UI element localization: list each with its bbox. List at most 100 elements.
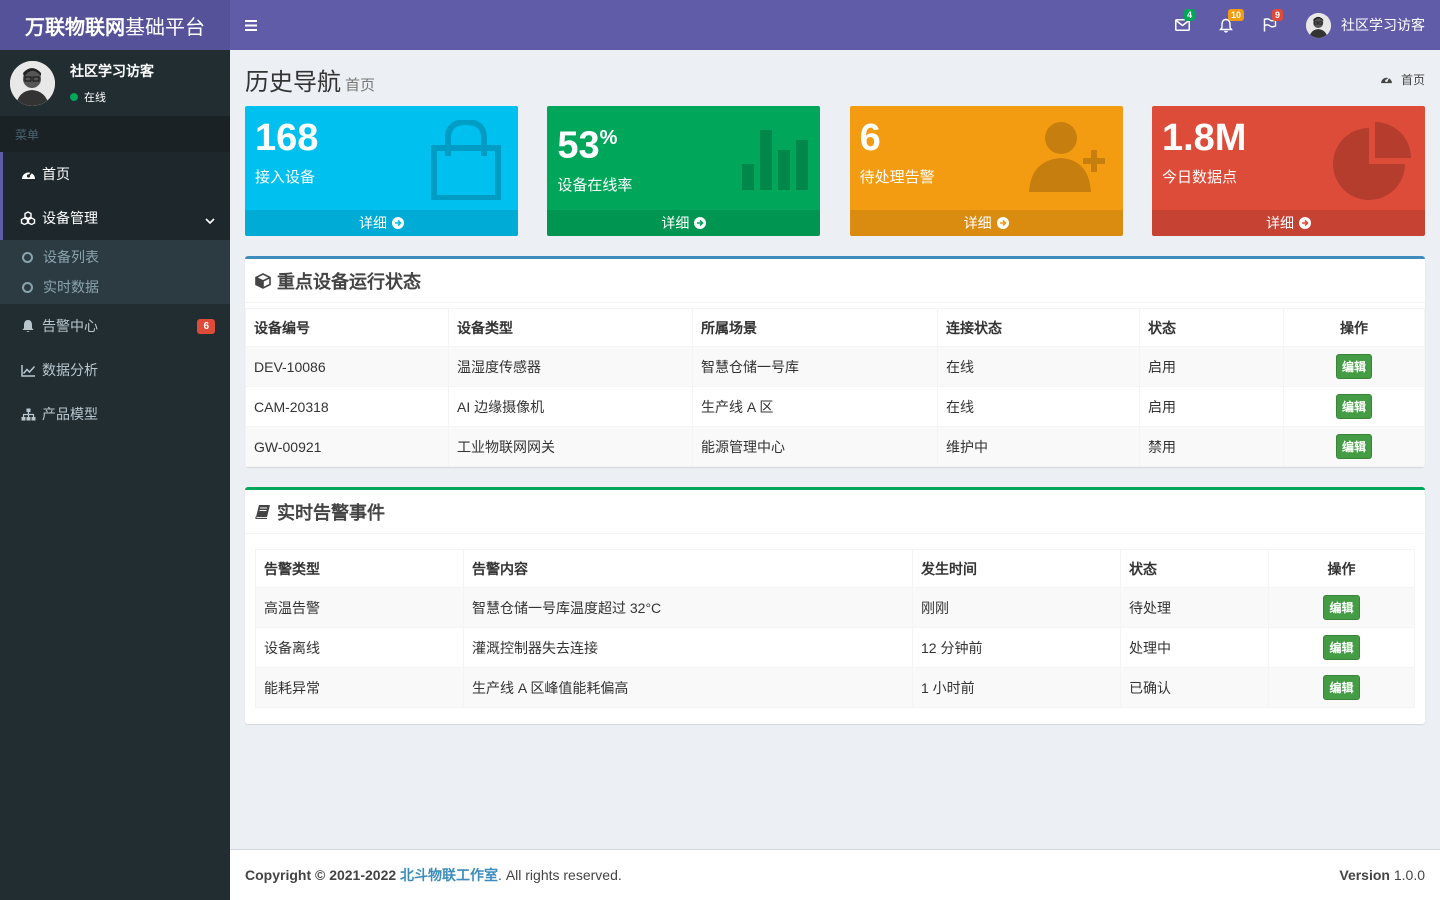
tasks-button[interactable]: 9 <box>1248 0 1292 50</box>
edit-button[interactable]: 编辑 <box>1335 394 1372 419</box>
user-menu[interactable]: 社区学习访客 <box>1292 0 1425 50</box>
messages-button[interactable]: 4 <box>1160 0 1204 50</box>
column-header: 发生时间 <box>912 549 1121 588</box>
sidebar-item-label: 首页 <box>42 166 70 182</box>
edit-button[interactable]: 编辑 <box>1335 434 1372 459</box>
tasks-badge: 9 <box>1272 9 1284 21</box>
sidebar-item-label: 数据分析 <box>42 362 98 378</box>
table-cell: 智慧仓储一号库 <box>692 346 938 387</box>
column-header: 设备编号 <box>245 308 449 347</box>
column-header: 设备类型 <box>448 308 693 347</box>
version-label: Version <box>1339 867 1390 883</box>
column-header: 告警内容 <box>463 549 913 588</box>
table-cell: 高温告警 <box>255 587 464 628</box>
user-avatar-icon <box>10 60 55 106</box>
table-cell: 刚刚 <box>912 587 1121 628</box>
sidebar-item-home[interactable]: 首页 <box>0 152 230 196</box>
cubes-icon <box>18 211 38 225</box>
table-cell: GW-00921 <box>245 426 449 467</box>
version-info: Version 1.0.0 <box>1339 867 1425 883</box>
stat-box-more-link[interactable]: 详细 <box>547 210 821 236</box>
device-status-box: 重点设备运行状态 设备编号 设备类型 所属场景 连接状态 状态 操作 DEV-1… <box>245 256 1425 467</box>
sidebar-item-label: 产品模型 <box>42 406 98 422</box>
table-cell: 启用 <box>1139 346 1284 387</box>
hamburger-icon <box>245 19 257 31</box>
line-chart-icon <box>18 364 38 377</box>
stat-box-more-link[interactable]: 详细 <box>245 210 518 236</box>
sidebar-item-data-analysis[interactable]: 数据分析 <box>0 348 230 392</box>
table-cell: 生产线 A 区峰值能耗偏高 <box>463 667 913 708</box>
arrow-circle-right-icon <box>996 217 1009 229</box>
table-cell: 设备离线 <box>255 627 464 668</box>
edit-button[interactable]: 编辑 <box>1323 675 1360 700</box>
stat-box-more-link[interactable]: 详细 <box>849 210 1123 236</box>
submenu-item-label: 设备列表 <box>43 249 99 265</box>
table-cell: 处理中 <box>1120 627 1269 668</box>
edit-button[interactable]: 编辑 <box>1323 635 1360 660</box>
cube-icon <box>255 272 271 289</box>
user-avatar-icon <box>1306 12 1331 38</box>
stat-box-more-link[interactable]: 详细 <box>1151 210 1425 236</box>
table-cell: 在线 <box>937 386 1140 427</box>
chevron-down-icon <box>205 212 215 228</box>
page-title-text: 历史导航 <box>245 68 341 96</box>
table-cell: 编辑 <box>1283 346 1425 387</box>
table-cell: 温湿度传感器 <box>448 346 693 387</box>
stat-box-pending-alarms: 6 待处理告警 详细 <box>849 106 1123 236</box>
main-header: 万联物联网 基础平台 4 10 9 社区学习访客 <box>0 0 1440 50</box>
box-title: 实时告警事件 <box>277 502 385 523</box>
brand-logo[interactable]: 万联物联网 基础平台 <box>0 0 230 50</box>
table-cell: 禁用 <box>1139 426 1284 467</box>
table-cell: 能耗异常 <box>255 667 464 708</box>
user-panel: 社区学习访客 在线 <box>0 50 230 116</box>
book-icon <box>255 504 271 519</box>
more-info-label: 详细 <box>661 215 690 231</box>
sidebar-item-device-management[interactable]: 设备管理 <box>0 196 230 240</box>
table-cell: 启用 <box>1139 386 1284 427</box>
stat-boxes: 168 接入设备 详细 53% 设备在线率 详细 6 待处理告警 详细 1.8M… <box>245 106 1425 236</box>
table-cell: 能源管理中心 <box>692 426 938 467</box>
table-header-row: 告警类型 告警内容 发生时间 状态 操作 <box>255 549 1415 588</box>
breadcrumb[interactable]: 首页 <box>1380 71 1425 88</box>
device-table: 设备编号 设备类型 所属场景 连接状态 状态 操作 DEV-10086 温湿度传… <box>245 308 1425 467</box>
sidebar-toggle-button[interactable] <box>230 0 272 50</box>
circle-o-icon <box>22 251 33 263</box>
sidebar-item-product-model[interactable]: 产品模型 <box>0 392 230 436</box>
table-cell: CAM-20318 <box>245 386 449 427</box>
sidebar-avatar <box>10 60 55 106</box>
more-info-label: 详细 <box>963 215 992 231</box>
table-cell: DEV-10086 <box>245 346 449 387</box>
dashboard-icon <box>1381 76 1392 84</box>
copyright-suffix: . All rights reserved. <box>498 867 622 883</box>
arrow-circle-right-icon <box>392 217 404 229</box>
circle-o-icon <box>22 281 33 293</box>
nav-user-name: 社区学习访客 <box>1341 17 1425 33</box>
bell-icon <box>18 319 38 333</box>
sidebar-item-alarm-center[interactable]: 告警中心 6 <box>0 304 230 348</box>
device-submenu: 设备列表 实时数据 <box>0 240 230 304</box>
main-footer: Copyright © 2021-2022 北斗物联工作室. All right… <box>230 849 1440 900</box>
table-cell: 维护中 <box>937 426 1140 467</box>
brand-rest: 基础平台 <box>125 16 205 39</box>
breadcrumb-home[interactable]: 首页 <box>1401 71 1425 88</box>
sidebar-user-name: 社区学习访客 <box>70 63 154 79</box>
box-title: 重点设备运行状态 <box>277 271 421 292</box>
alarm-count-badge: 6 <box>197 318 215 334</box>
company-link[interactable]: 北斗物联工作室 <box>400 867 498 883</box>
page-title: 历史导航 首页 <box>245 62 375 97</box>
page-subtitle: 首页 <box>345 76 376 94</box>
content-header: 历史导航 首页 首页 <box>245 50 1425 106</box>
edit-button[interactable]: 编辑 <box>1323 595 1360 620</box>
submenu-item-realtime-data[interactable]: 实时数据 <box>0 272 230 302</box>
edit-button[interactable]: 编辑 <box>1335 354 1372 379</box>
table-cell: 编辑 <box>1268 587 1415 628</box>
pie-chart-icon <box>1332 120 1413 203</box>
table-row: DEV-10086 温湿度传感器 智慧仓储一号库 在线 启用 编辑 <box>245 346 1425 387</box>
table-cell: 工业物联网网关 <box>448 426 693 467</box>
column-header: 连接状态 <box>937 308 1140 347</box>
submenu-item-device-list[interactable]: 设备列表 <box>0 242 230 272</box>
column-header: 所属场景 <box>692 308 938 347</box>
bar-chart-icon <box>742 120 809 193</box>
notifications-button[interactable]: 10 <box>1204 0 1248 50</box>
alarm-table: 告警类型 告警内容 发生时间 状态 操作 高温告警 智慧仓储一号库温度超过 32… <box>255 549 1415 708</box>
